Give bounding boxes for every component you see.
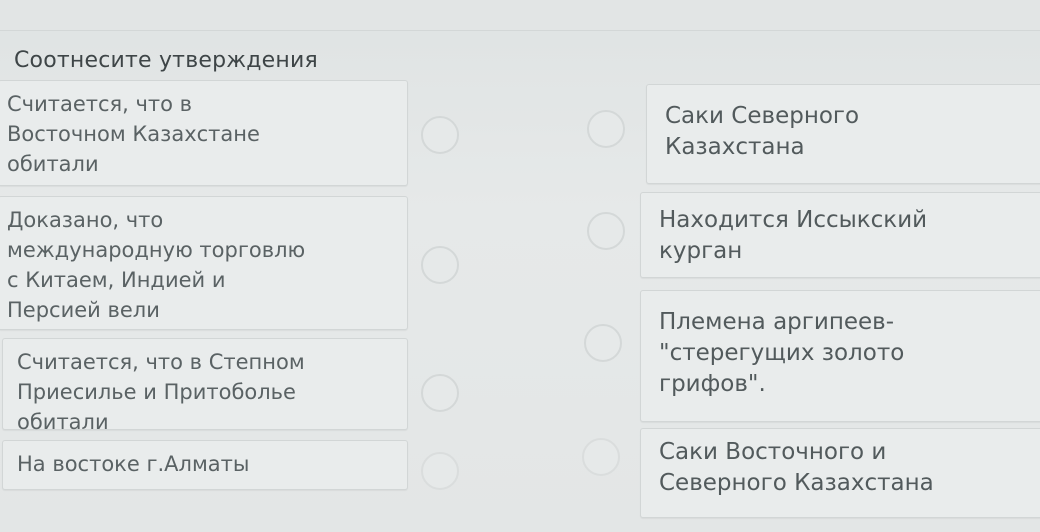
- right-answer-text: Саки Восточного и Северного Казахстана: [659, 439, 934, 496]
- right-match-radio-3[interactable]: [584, 324, 622, 362]
- left-statement-text: На востоке г.Алматы: [17, 452, 250, 476]
- left-match-radio-2[interactable]: [421, 246, 459, 284]
- right-answer-text: Племена аргипеев- "стерегущих золото гри…: [659, 309, 905, 397]
- left-statement-card-3[interactable]: Считается, что в Степном Приесилье и При…: [2, 338, 408, 434]
- left-match-radio-1[interactable]: [421, 116, 459, 154]
- right-match-radio-2[interactable]: [587, 212, 625, 250]
- question-title: Соотнесите утверждения: [14, 48, 318, 73]
- left-statement-card-1[interactable]: Считается, что в Восточном Казахстане об…: [0, 80, 408, 186]
- left-match-radio-3[interactable]: [421, 374, 459, 412]
- right-answer-card-4[interactable]: Саки Восточного и Северного Казахстана: [640, 428, 1040, 518]
- right-match-radio-4[interactable]: [582, 438, 620, 476]
- right-match-radio-1[interactable]: [587, 110, 625, 148]
- right-answer-card-2[interactable]: Находится Иссыкский курган: [640, 192, 1040, 278]
- right-answer-text: Находится Иссыкский курган: [659, 207, 928, 264]
- left-statement-text: Считается, что в Степном Приесилье и При…: [17, 350, 305, 434]
- left-statement-card-4[interactable]: На востоке г.Алматы: [2, 440, 408, 490]
- right-answer-text: Саки Северного Казахстана: [665, 103, 860, 160]
- left-statement-text: Считается, что в Восточном Казахстане об…: [7, 92, 260, 176]
- left-statement-card-2[interactable]: Доказано, что международную торговлю с К…: [0, 196, 408, 330]
- top-bar: [0, 0, 1040, 31]
- right-answer-card-1[interactable]: Саки Северного Казахстана: [646, 84, 1040, 184]
- left-statement-text: Доказано, что международную торговлю с К…: [7, 208, 306, 322]
- right-answer-card-3[interactable]: Племена аргипеев- "стерегущих золото гри…: [640, 290, 1040, 422]
- left-match-radio-4[interactable]: [421, 452, 459, 490]
